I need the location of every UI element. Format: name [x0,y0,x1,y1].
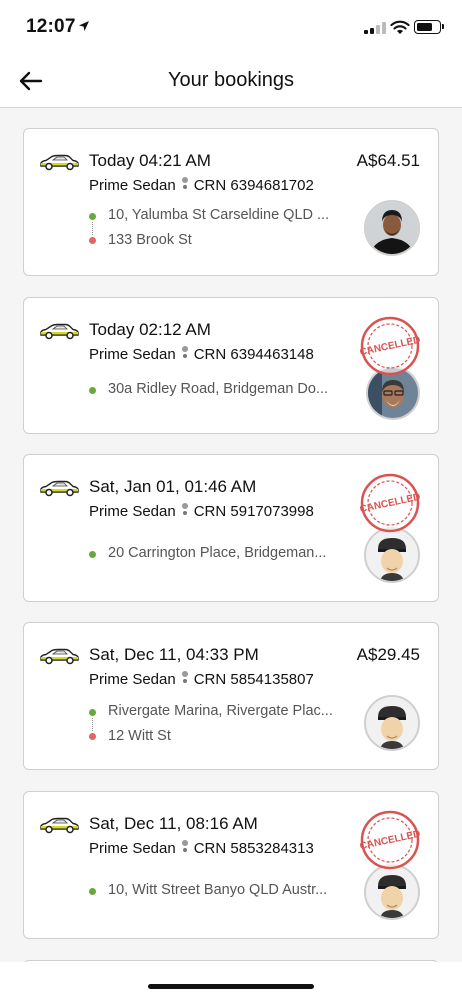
page-title: Your bookings [167,69,295,91]
cancelled-stamp: CANCELLED [360,316,420,376]
pickup-dot-icon [89,888,96,895]
booking-time: Today 04:21 AM [89,151,211,170]
car-icon [40,817,79,834]
car-icon [40,154,79,171]
booking-price: A$64.51 [356,151,420,170]
car-icon [40,480,79,497]
drop-dot-icon [89,733,96,740]
driver-avatar [364,527,420,583]
separator-dots [181,502,188,516]
driver-avatar [364,864,420,920]
ride-type: Prime Sedan [89,503,176,520]
crn-number: CRN 6394681702 [193,177,314,194]
pickup-dot-icon [89,213,96,220]
cancelled-stamp: CANCELLED [360,473,420,533]
booking-details: Prime Sedan CRN 6394681702 [89,176,314,194]
drop-address: 12 Witt St [108,728,171,744]
pickup-address: 10, Witt Street Banyo QLD Austr... [108,882,328,898]
driver-avatar [364,695,420,751]
route-line [92,222,93,235]
crn-number: CRN 5917073998 [193,503,314,520]
driver-avatar [364,200,420,256]
drop-address: 133 Brook St [108,232,192,248]
status-time: 12:07 [26,16,76,37]
booking-details: Prime Sedan CRN 5917073998 [89,502,314,520]
ride-type: Prime Sedan [89,840,176,857]
ride-type: Prime Sedan [89,346,176,363]
booking-card[interactable]: Today 04:21 AM A$64.51 Prime Sedan CRN 6… [23,128,439,276]
separator-dots [181,839,188,853]
wifi-icon [390,20,410,34]
ride-type: Prime Sedan [89,671,176,688]
booking-time: Today 02:12 AM [89,320,211,339]
home-indicator[interactable] [148,984,314,989]
battery-icon [414,20,444,34]
app-header: Your bookings [0,56,462,108]
car-icon [40,648,79,665]
crn-number: CRN 5853284313 [193,840,314,857]
pickup-address: Rivergate Marina, Rivergate Plac... [108,703,333,719]
pickup-address: 30a Ridley Road, Bridgeman Do... [108,381,329,397]
pickup-address: 10, Yalumba St Carseldine QLD ... [108,207,330,223]
booking-card[interactable]: Today 02:12 AM Prime Sedan CRN 639446314… [23,297,439,434]
pickup-dot-icon [89,551,96,558]
booking-time: Sat, Dec 11, 08:16 AM [89,814,258,833]
crn-number: CRN 5854135807 [193,671,314,688]
booking-details: Prime Sedan CRN 5853284313 [89,839,314,857]
booking-card[interactable]: Sat, Jan 01, 01:46 AM Prime Sedan CRN 59… [23,454,439,602]
separator-dots [181,670,188,684]
booking-time: Sat, Jan 01, 01:46 AM [89,477,257,496]
cancelled-stamp: CANCELLED [360,810,420,870]
separator-dots [181,176,188,190]
pickup-dot-icon [89,387,96,394]
booking-details: Prime Sedan CRN 5854135807 [89,670,314,688]
drop-dot-icon [89,237,96,244]
cellular-signal-icon [364,22,386,34]
ride-type: Prime Sedan [89,177,176,194]
pickup-address: 20 Carrington Place, Bridgeman... [108,545,327,561]
pickup-dot-icon [89,709,96,716]
location-arrow-icon [79,21,89,31]
bookings-list: Today 04:21 AM A$64.51 Prime Sedan CRN 6… [0,108,462,960]
booking-details: Prime Sedan CRN 6394463148 [89,345,314,363]
booking-price: A$29.45 [356,645,420,664]
booking-time: Sat, Dec 11, 04:33 PM [89,645,259,664]
separator-dots [181,345,188,359]
status-bar: 12:07 [0,0,462,56]
home-indicator-area [0,962,462,1000]
route-line [92,718,93,731]
booking-card[interactable]: Sat, Dec 11, 04:33 PM A$29.45 Prime Seda… [23,622,439,770]
car-icon [40,323,79,340]
crn-number: CRN 6394463148 [193,346,314,363]
booking-card[interactable]: Sat, Dec 11, 08:16 AM Prime Sedan CRN 58… [23,791,439,939]
